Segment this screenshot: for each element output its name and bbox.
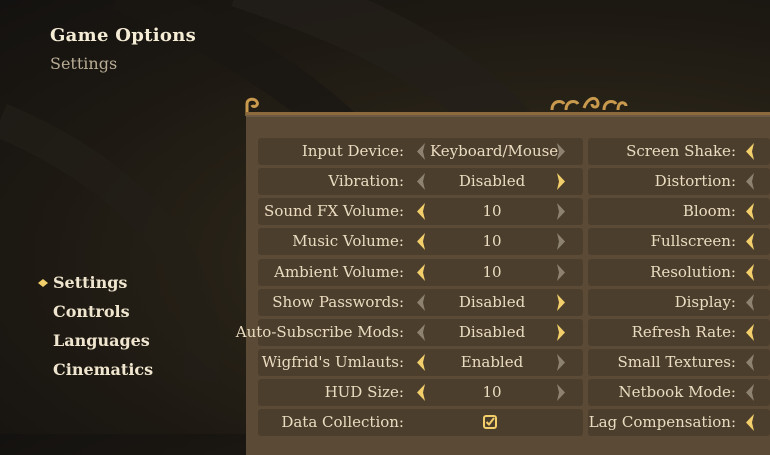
chevron-right-icon[interactable] [555,323,567,342]
checkbox-checked-icon[interactable] [482,414,498,430]
option-row: HUD Size: 10 [258,379,583,406]
option-row: Bloom: [588,198,770,225]
option-row: Distortion: [588,168,770,195]
option-row: Refresh Rate: [588,319,770,346]
chevron-left-icon[interactable] [415,202,427,221]
chevron-left-icon[interactable] [415,232,427,251]
option-value: Disabled [458,323,526,341]
option-value: 10 [482,232,502,250]
option-row: Auto-Subscribe Mods: Disabled [236,319,583,346]
option-value: Keyboard/Mouse [430,142,559,160]
nav-item-label: Languages [53,331,150,350]
option-label: Resolution: [650,263,736,281]
option-label: Screen Shake: [626,142,736,160]
option-label: Lag Compensation: [588,413,736,431]
chevron-left-icon[interactable] [744,353,756,372]
chevron-left-icon[interactable] [744,232,756,251]
chevron-left-icon[interactable] [744,383,756,402]
chevron-left-icon[interactable] [744,323,756,342]
option-label: Auto-Subscribe Mods: [235,323,404,341]
option-row: Fullscreen: [588,228,770,255]
option-label: Data Collection: [281,413,404,431]
chevron-left-icon[interactable] [744,202,756,221]
option-value: 10 [482,383,502,401]
chevron-left-icon[interactable] [744,142,756,161]
chevron-left-icon[interactable] [744,413,756,432]
chevron-left-icon[interactable] [415,353,427,372]
option-value: Disabled [458,293,526,311]
option-row: Music Volume: 10 [258,228,583,255]
option-label: Wigfrid's Umlauts: [261,353,404,371]
option-label: Music Volume: [292,232,404,250]
option-row: Data Collection: [258,409,583,436]
nav-item-cinematics[interactable]: Cinematics [36,359,153,388]
option-label: Refresh Rate: [631,323,736,341]
option-row: Small Textures: [588,349,770,376]
chevron-right-icon[interactable] [555,383,567,402]
chevron-left-icon[interactable] [744,263,756,282]
option-row: Lag Compensation: [588,409,770,436]
option-value: Enabled [460,353,524,371]
chevron-left-icon[interactable] [415,142,427,161]
option-label: Ambient Volume: [274,263,404,281]
option-label: Bloom: [682,202,736,220]
option-label: Netbook Mode: [618,383,736,401]
option-label: Show Passwords: [272,293,404,311]
nav-item-languages[interactable]: Languages [36,330,153,359]
chevron-right-icon[interactable] [555,142,567,161]
option-value: 10 [482,202,502,220]
option-label: Vibration: [328,172,404,190]
chevron-right-icon[interactable] [555,202,567,221]
nav-item-label: Cinematics [53,360,154,379]
option-row: Wigfrid's Umlauts: Enabled [258,349,583,376]
chevron-right-icon[interactable] [555,353,567,372]
nav-item-controls[interactable]: Controls [36,301,153,330]
option-row: Resolution: [588,259,770,286]
diamond-arrow-icon [38,279,48,287]
chevron-left-icon[interactable] [415,293,427,312]
chevron-right-icon[interactable] [555,293,567,312]
option-label: Fullscreen: [650,232,736,250]
option-label: Small Textures: [617,353,736,371]
page-title: Game Options [50,25,197,46]
option-row: Ambient Volume: 10 [258,259,583,286]
option-row: Sound FX Volume: 10 [258,198,583,225]
chevron-left-icon[interactable] [415,383,427,402]
chevron-right-icon[interactable] [555,172,567,191]
option-label: Distortion: [654,172,736,190]
option-label: Display: [674,293,736,311]
option-value: 10 [482,263,502,281]
option-label: Input Device: [301,142,404,160]
option-label: Sound FX Volume: [264,202,404,220]
option-row: Show Passwords: Disabled [258,289,583,316]
option-row: Netbook Mode: [588,379,770,406]
option-label: HUD Size: [324,383,404,401]
chevron-left-icon[interactable] [415,172,427,191]
chevron-left-icon[interactable] [744,172,756,191]
nav-item-label: Controls [53,302,130,321]
option-value: Disabled [458,172,526,190]
option-row: Vibration: Disabled [258,168,583,195]
chevron-left-icon[interactable] [744,293,756,312]
nav-item-settings[interactable]: Settings [36,272,153,301]
chevron-left-icon[interactable] [415,263,427,282]
option-row: Display: [588,289,770,316]
page-subtitle: Settings [50,54,118,73]
options-nav: Settings Controls Languages Cinematics [36,272,153,388]
option-row: Screen Shake: [588,138,770,165]
chevron-left-icon[interactable] [415,323,427,342]
nav-item-label: Settings [53,273,128,292]
option-row: Input Device: Keyboard/Mouse [258,138,583,165]
chevron-right-icon[interactable] [555,263,567,282]
chevron-right-icon[interactable] [555,232,567,251]
